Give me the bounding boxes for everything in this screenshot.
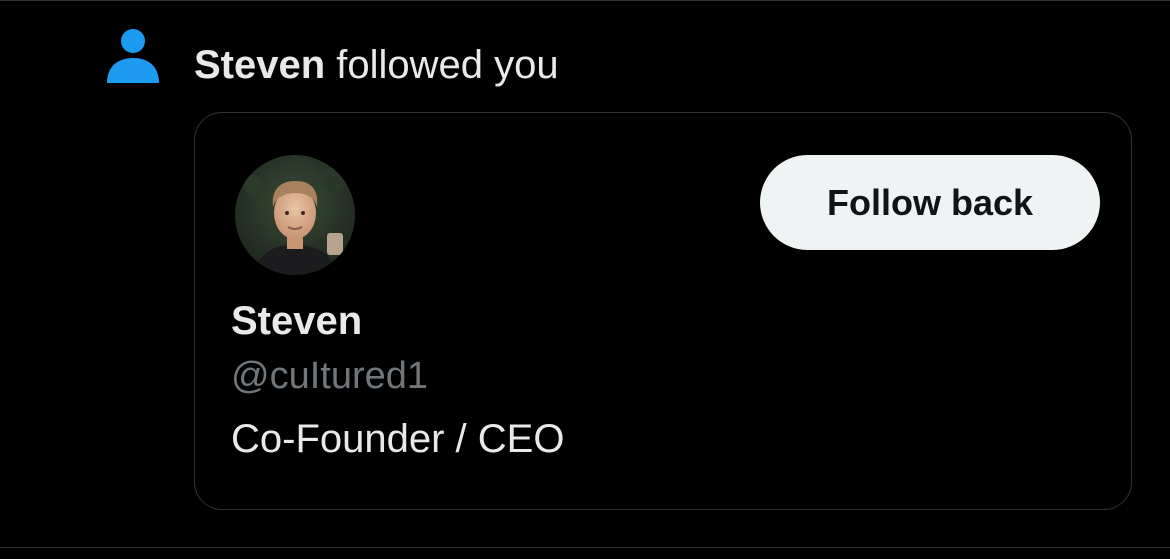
display-name[interactable]: Steven	[231, 297, 362, 345]
profile-card[interactable]: Follow back Steven @cuItured1 Co-Founder…	[194, 112, 1132, 510]
avatar[interactable]	[235, 155, 355, 275]
follow-notification[interactable]: Steven followed you Follow back Steven @…	[0, 0, 1170, 548]
user-bio: Co-Founder / CEO	[231, 417, 565, 461]
action-text: followed you	[325, 43, 559, 87]
person-icon	[106, 27, 160, 85]
user-handle[interactable]: @cuItured1	[231, 353, 428, 399]
actor-name[interactable]: Steven	[194, 43, 325, 87]
notification-headline: Steven followed you	[194, 41, 559, 89]
follow-back-button[interactable]: Follow back	[760, 155, 1100, 250]
